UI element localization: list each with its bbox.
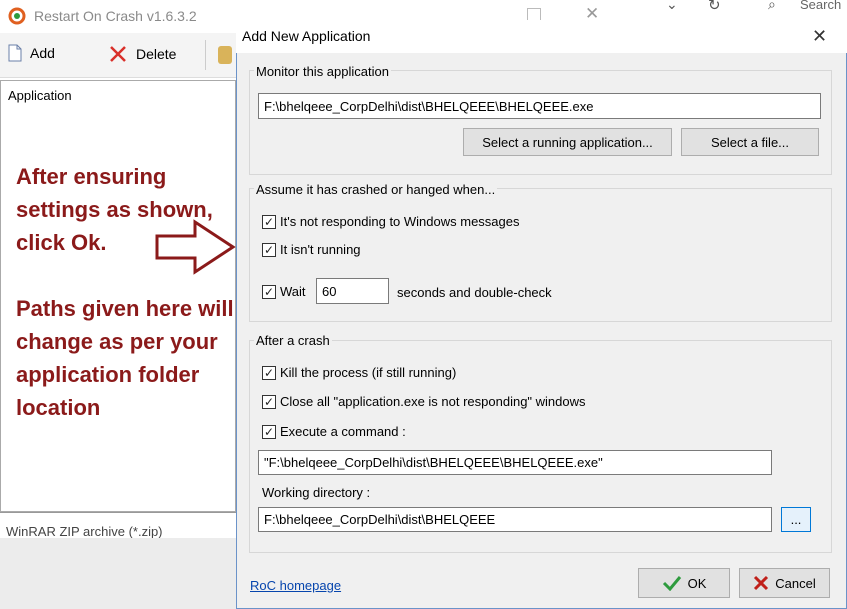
execute-command-checkbox[interactable]: ✓ Execute a command : (262, 424, 406, 439)
browse-label: ... (790, 512, 802, 527)
command-input[interactable]: "F:\bhelqeee_CorpDelhi\dist\BHELQEEE\BHE… (258, 450, 772, 475)
delete-label: Delete (136, 46, 177, 62)
wait-suffix-label: seconds and double-check (397, 285, 552, 300)
cancel-button[interactable]: Cancel (739, 568, 830, 598)
not-responding-label: It's not responding to Windows messages (280, 214, 520, 229)
working-directory-value: F:\bhelqeee_CorpDelhi\dist\BHELQEEE (264, 512, 496, 527)
assume-group-title: Assume it has crashed or hanged when... (254, 182, 498, 197)
monitor-group-title: Monitor this application (254, 64, 391, 79)
cancel-x-icon (754, 575, 769, 591)
kill-process-checkbox[interactable]: ✓ Kill the process (if still running) (262, 365, 456, 380)
search-input[interactable]: Search (800, 0, 841, 12)
annotation-note: Paths given here will change as per your… (16, 296, 234, 420)
working-directory-input[interactable]: F:\bhelqeee_CorpDelhi\dist\BHELQEEE (258, 507, 772, 532)
application-path-value: F:\bhelqeee_CorpDelhi\dist\BHELQEEE\BHEL… (264, 98, 594, 114)
delete-x-icon (110, 46, 126, 62)
monitor-group (249, 70, 832, 175)
close-not-responding-checkbox[interactable]: ✓ Close all "application.exe is not resp… (262, 394, 586, 409)
after-crash-group-title: After a crash (254, 333, 332, 348)
document-icon (8, 44, 22, 62)
toolbar-extra-icon[interactable] (218, 46, 232, 64)
select-file-button[interactable]: Select a file... (681, 128, 819, 156)
select-running-label: Select a running application... (482, 134, 653, 150)
app-icon (8, 7, 26, 25)
not-running-checkbox[interactable]: ✓ It isn't running (262, 242, 361, 257)
command-value: "F:\bhelqeee_CorpDelhi\dist\BHELQEEE\BHE… (264, 455, 603, 470)
select-running-application-button[interactable]: Select a running application... (463, 128, 672, 156)
kill-process-label: Kill the process (if still running) (280, 365, 457, 380)
close-icon[interactable]: ✕ (812, 26, 827, 47)
wait-checkbox[interactable]: ✓ Wait (262, 284, 306, 299)
annotation-arrow-icon (155, 219, 236, 275)
checkmark-icon: ✓ (262, 242, 276, 257)
working-directory-label: Working directory : (262, 485, 371, 500)
search-icon[interactable]: ⌕ (768, 0, 776, 13)
refresh-icon[interactable]: ↻ (708, 0, 721, 14)
ok-label: OK (687, 575, 707, 591)
delete-button[interactable]: Delete (108, 44, 176, 64)
application-column-header: Application (8, 88, 72, 103)
checkmark-icon: ✓ (262, 394, 276, 409)
wait-label: Wait (280, 284, 306, 299)
not-running-label: It isn't running (280, 242, 361, 257)
dialog-title: Add New Application (242, 28, 371, 44)
roc-homepage-link[interactable]: RoC homepage (250, 578, 341, 593)
status-text: WinRAR ZIP archive (*.zip) (6, 524, 163, 539)
toolbar-divider (205, 40, 206, 70)
checkmark-icon: ✓ (262, 214, 276, 229)
application-path-field[interactable]: F:\bhelqeee_CorpDelhi\dist\BHELQEEE\BHEL… (258, 93, 821, 119)
close-not-responding-label: Close all "application.exe is not respon… (280, 394, 586, 409)
cancel-label: Cancel (775, 575, 816, 591)
checkmark-icon: ✓ (262, 424, 276, 439)
checkmark-icon: ✓ (262, 284, 276, 299)
wait-seconds-value: 60 (322, 283, 337, 299)
checkmark-icon (662, 576, 681, 591)
add-label: Add (30, 45, 55, 61)
browse-directory-button[interactable]: ... (781, 507, 811, 532)
execute-command-label: Execute a command : (280, 424, 406, 439)
lower-panel (0, 538, 236, 609)
ok-button[interactable]: OK (638, 568, 730, 598)
not-responding-checkbox[interactable]: ✓ It's not responding to Windows message… (262, 214, 520, 229)
background-window-title: Restart On Crash v1.6.3.2 (34, 8, 197, 24)
select-file-label: Select a file... (710, 134, 790, 150)
chevron-down-icon[interactable]: ⌄ (666, 0, 678, 13)
checkmark-icon: ✓ (262, 365, 276, 380)
wait-seconds-input[interactable]: 60 (316, 278, 389, 304)
add-button[interactable]: Add (8, 44, 55, 62)
